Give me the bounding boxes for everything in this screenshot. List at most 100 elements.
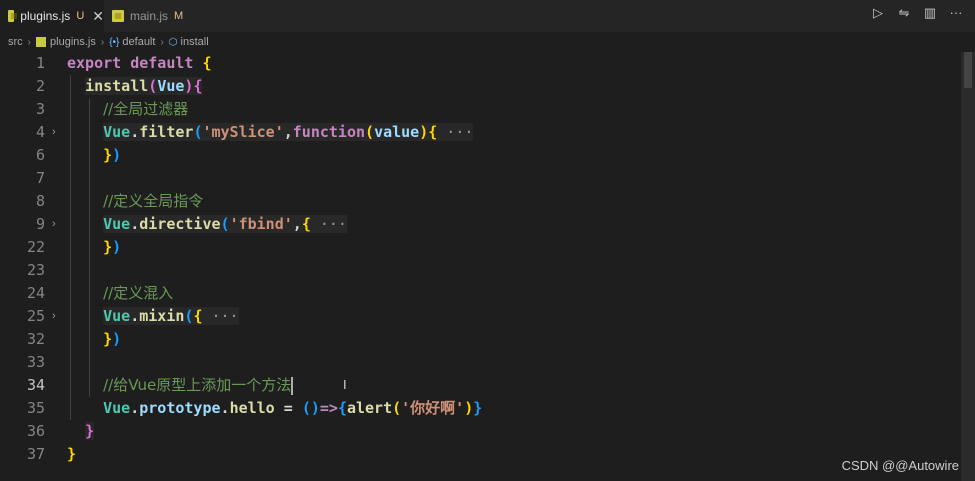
code-line[interactable]: 6 }) [0, 144, 975, 167]
line-number: 2 [35, 77, 45, 95]
code-token: Vue [157, 77, 185, 95]
tab-plugins-js[interactable]: plugins.js U ✕ [0, 0, 104, 32]
code-token: { [337, 399, 347, 417]
line-number: 25 [26, 307, 45, 325]
breadcrumb-src[interactable]: src [8, 36, 23, 48]
code-line[interactable]: 33 [0, 351, 975, 374]
code-token: = [274, 399, 302, 417]
vertical-scrollbar[interactable] [961, 52, 975, 481]
code-text: }) [67, 144, 935, 167]
line-number: 24 [26, 284, 45, 302]
code-editor[interactable]: 1 export default {2 install(Vue){3 //全局过滤… [0, 52, 975, 481]
more-icon[interactable]: ··· [949, 6, 963, 20]
code-token: default [130, 54, 194, 72]
tab-main-js[interactable]: main.js M [104, 0, 194, 32]
code-line[interactable]: 36 } [0, 420, 975, 443]
code-token: ( [392, 399, 402, 417]
code-token: } [67, 445, 77, 463]
js-file-icon [8, 10, 18, 22]
breadcrumb-install[interactable]: install [181, 36, 209, 48]
code-line[interactable]: 25 › Vue.mixin({ ··· [0, 305, 975, 328]
code-line[interactable]: 32 }) [0, 328, 975, 351]
line-number: 32 [26, 330, 45, 348]
code-token: { [193, 77, 203, 95]
line-number: 22 [26, 238, 45, 256]
chevron-right-icon: › [27, 36, 32, 48]
code-token: ) [112, 330, 122, 348]
line-highlight: install(Vue){ [85, 77, 203, 95]
code-token: } [103, 146, 113, 164]
code-line[interactable]: 3 //全局过滤器 [0, 98, 975, 121]
code-token: . [130, 307, 140, 325]
code-text: install(Vue){ [67, 75, 935, 98]
tab-bar: plugins.js U ✕ main.js M ▷ ⇋ ▥ ··· [0, 0, 975, 32]
code-line[interactable]: 7 [0, 167, 975, 190]
code-line[interactable]: 1 export default { [0, 52, 975, 75]
code-token: } [103, 238, 113, 256]
code-token: install [85, 77, 149, 95]
code-text: //给Vue原型上添加一个方法 [67, 374, 935, 397]
code-token: 'mySlice' [202, 123, 284, 141]
line-number: 3 [35, 100, 45, 118]
close-icon[interactable]: ✕ [92, 8, 104, 25]
fold-chevron-icon[interactable]: › [52, 213, 56, 236]
line-number: 34 [26, 376, 45, 394]
code-text: }) [67, 236, 935, 259]
code-token: ) [419, 123, 429, 141]
scrollbar-thumb[interactable] [964, 52, 972, 88]
code-line[interactable]: 23 [0, 259, 975, 282]
code-token: } [85, 422, 95, 440]
chevron-right-icon: › [160, 36, 164, 48]
code-token: //定义全局指令 [103, 192, 204, 210]
code-token: export [67, 54, 122, 72]
breadcrumb: src › plugins.js › {•} default › ⬡ insta… [0, 32, 975, 52]
fold-chevron-icon[interactable]: › [52, 121, 56, 144]
breadcrumb-default[interactable]: default [122, 36, 155, 48]
line-highlight: Vue.directive('fbind',{ ··· [103, 215, 347, 233]
code-token: . [130, 215, 140, 233]
code-line[interactable]: 9 › Vue.directive('fbind',{ ··· [0, 213, 975, 236]
code-token: ( [148, 77, 158, 95]
code-token: ( [220, 215, 230, 233]
code-token: Vue [103, 215, 131, 233]
tab-status-badge: M [174, 10, 184, 22]
breadcrumb-file[interactable]: plugins.js [50, 36, 96, 48]
watermark: CSDN @@Autowire [841, 458, 959, 473]
code-line[interactable]: 2 install(Vue){ [0, 75, 975, 98]
code-token: . [220, 399, 230, 417]
fold-chevron-icon[interactable]: › [52, 305, 56, 328]
code-token: value [374, 123, 420, 141]
js-file-icon [112, 10, 124, 22]
code-token: Vue [103, 307, 131, 325]
code-token: ··· [310, 215, 347, 233]
code-text: } [67, 443, 935, 466]
code-text: Vue.prototype.hello = ()=>{alert('你好啊')} [67, 397, 935, 420]
line-number: 6 [35, 146, 45, 164]
code-token: //全局过滤器 [103, 100, 189, 118]
code-line[interactable]: 4 › Vue.filter('mySlice',function(value){… [0, 121, 975, 144]
run-icon[interactable]: ▷ [871, 6, 885, 20]
split-compare-icon[interactable]: ⇋ [897, 6, 911, 20]
text-caret [291, 376, 294, 395]
tab-label: plugins.js [20, 9, 71, 23]
split-editor-icon[interactable]: ▥ [923, 6, 937, 20]
code-line[interactable]: 24 //定义混入 [0, 282, 975, 305]
code-token: . [130, 399, 140, 417]
line-highlight: Vue.mixin({ ··· [103, 307, 239, 325]
code-line[interactable]: 35 Vue.prototype.hello = ()=>{alert('你好啊… [0, 397, 975, 420]
code-text: //全局过滤器 [67, 98, 935, 121]
code-line[interactable]: 37} [0, 443, 975, 466]
line-highlight: Vue.filter('mySlice',function(value){ ··… [103, 123, 474, 141]
code-token: } [473, 399, 483, 417]
code-line[interactable]: 22 }) [0, 236, 975, 259]
code-token: ) [464, 399, 474, 417]
code-token: 'fbind' [229, 215, 293, 233]
code-line[interactable]: 34 //给Vue原型上添加一个方法 [0, 374, 975, 397]
line-number: 1 [35, 54, 45, 72]
line-number: 37 [26, 445, 45, 463]
code-line[interactable]: 8 //定义全局指令 [0, 190, 975, 213]
